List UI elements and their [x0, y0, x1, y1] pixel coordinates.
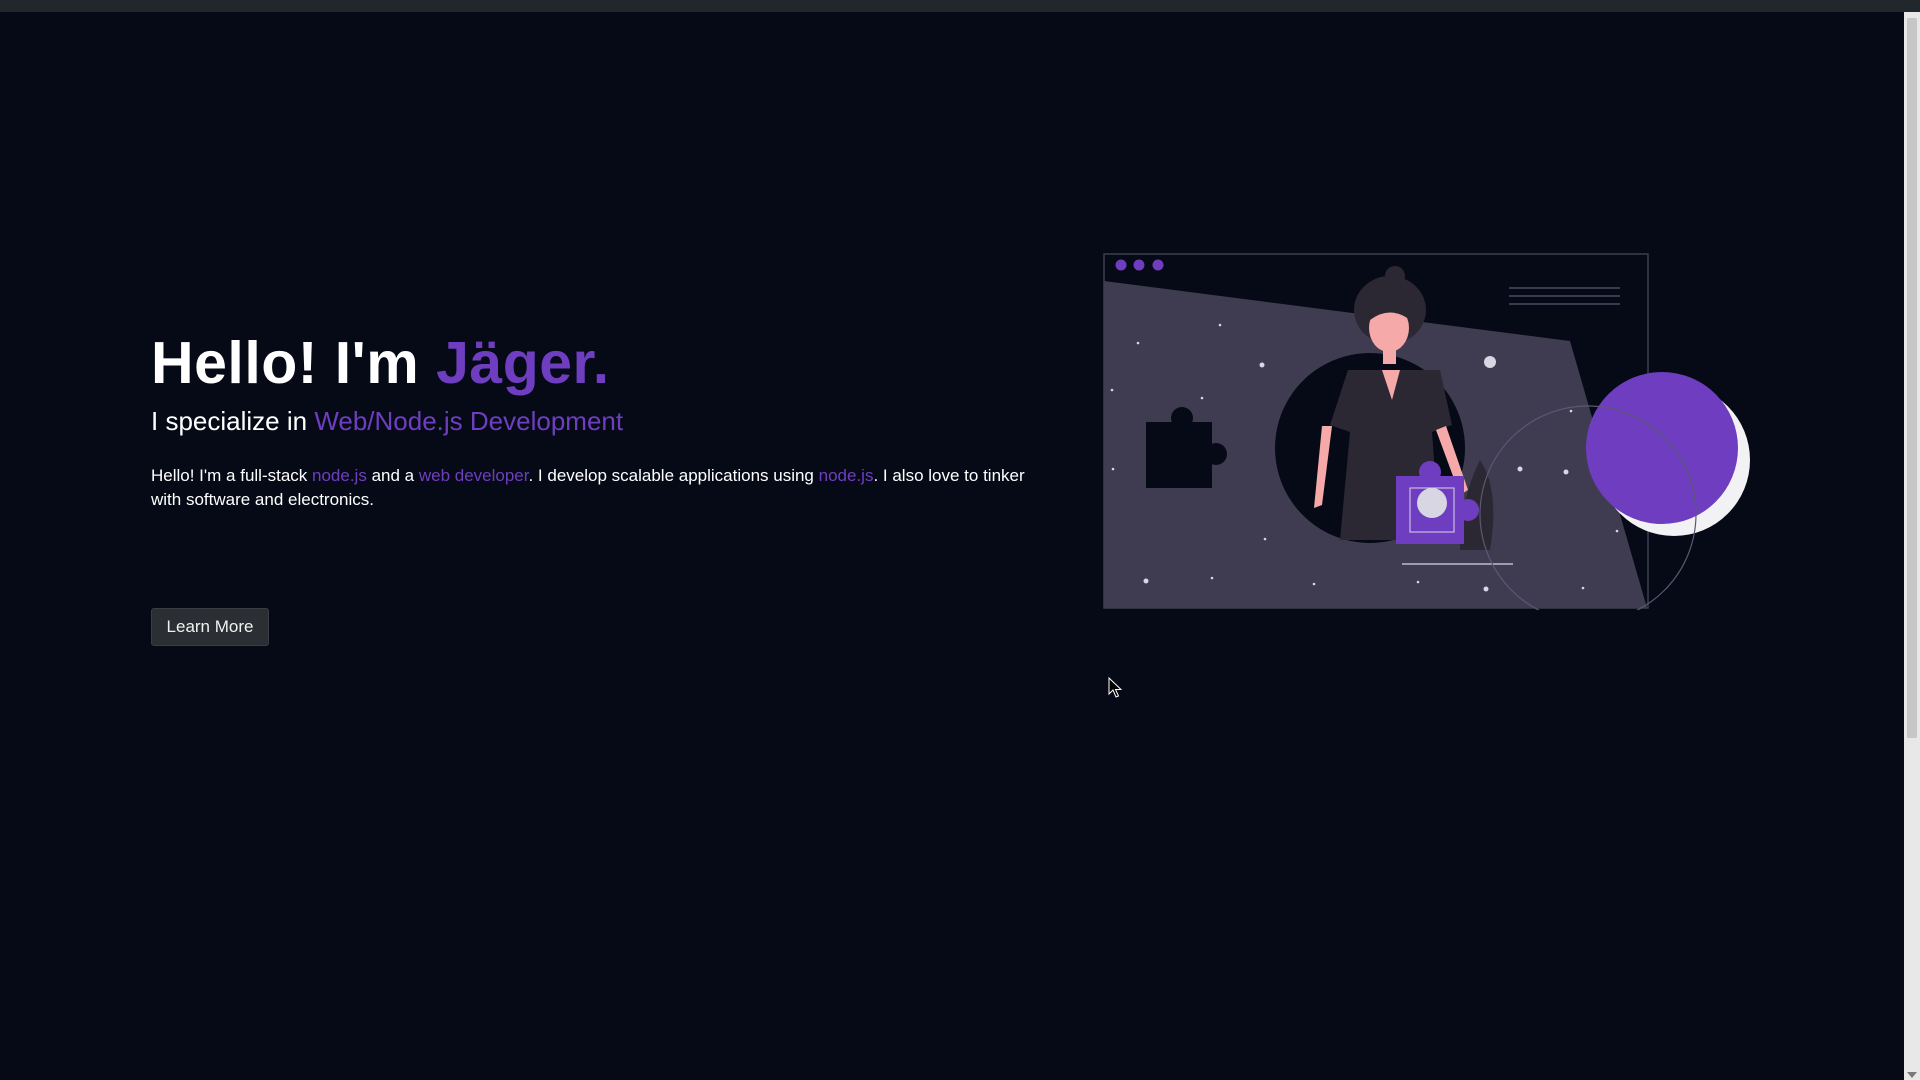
mouse-cursor-icon: [1108, 677, 1122, 698]
subtitle-prefix: I specialize in: [151, 406, 315, 436]
scrollbar[interactable]: [1904, 12, 1920, 1080]
nodejs-link-2[interactable]: node.js: [819, 466, 874, 485]
learn-more-button[interactable]: Learn More: [151, 608, 269, 646]
desc-part-3: . I develop scalable applications using: [528, 466, 819, 485]
scrollbar-thumb[interactable]: [1907, 18, 1917, 738]
title-name: Jäger.: [436, 330, 610, 396]
title-prefix: Hello! I'm: [151, 330, 437, 396]
developer-illustration-icon: [1103, 253, 1750, 610]
page-title: Hello! I'm Jäger.: [151, 328, 1051, 398]
page-subtitle: I specialize in Web/Node.js Development: [151, 404, 1051, 438]
web-developer-link[interactable]: web developer: [419, 466, 529, 485]
desc-part-2: and a: [366, 466, 419, 485]
hero-section: Hello! I'm Jäger. I specialize in Web/No…: [151, 328, 1051, 512]
hero-description: Hello! I'm a full-stack node.js and a we…: [151, 464, 1041, 512]
desc-part-1: Hello! I'm a full-stack: [151, 466, 313, 485]
browser-top-bar: [0, 0, 1920, 12]
subtitle-highlight: Web/Node.js Development: [314, 406, 624, 436]
scroll-down-arrow-icon[interactable]: [1907, 1072, 1917, 1078]
nodejs-link[interactable]: node.js: [312, 466, 367, 485]
